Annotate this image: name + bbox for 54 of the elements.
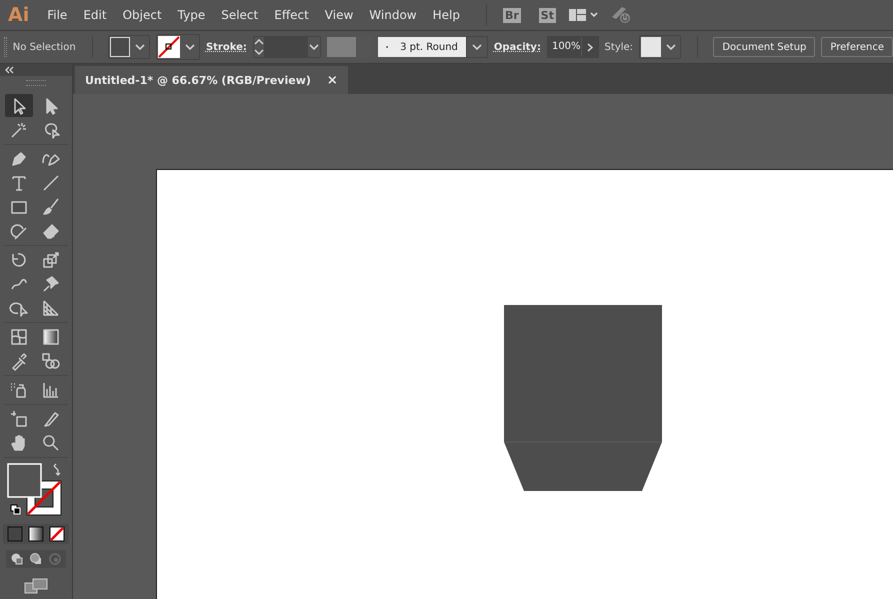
- stroke-swatch-dropdown[interactable]: [156, 34, 200, 60]
- menu-item[interactable]: File: [47, 8, 68, 22]
- grip-handle[interactable]: [4, 37, 7, 57]
- brush-name: 3 pt. Round: [400, 42, 458, 52]
- chevron-down-icon: [134, 43, 146, 51]
- gradient-mode-icon[interactable]: [28, 526, 44, 542]
- opacity-label[interactable]: Opacity:: [494, 42, 541, 52]
- scale-icon: [41, 250, 61, 270]
- stepper-arrows-icon[interactable]: [254, 39, 264, 55]
- brush-dot-icon: [386, 45, 388, 49]
- style-label: Style:: [604, 42, 634, 52]
- menu-item[interactable]: Select: [221, 8, 258, 22]
- document-tab[interactable]: Untitled-1* @ 66.67% (RGB/Preview) ×: [75, 66, 348, 94]
- gradient-icon: [41, 326, 61, 346]
- screen-mode-icon[interactable]: [24, 578, 48, 594]
- paintbrush-icon: [41, 196, 61, 216]
- menu-item[interactable]: Window: [369, 8, 417, 22]
- blend-shapes-icon: [41, 350, 61, 370]
- collapse-panel-icon[interactable]: [4, 66, 14, 74]
- draw-behind-icon[interactable]: [29, 552, 43, 566]
- toolbar-button[interactable]: Preference: [821, 37, 893, 57]
- magnifier-icon: [41, 432, 61, 452]
- style-dropdown[interactable]: [639, 35, 682, 59]
- menu-item[interactable]: Effect: [274, 8, 309, 22]
- toolbar-button[interactable]: Document Setup: [713, 37, 816, 57]
- app-logo: Ai: [8, 4, 30, 26]
- menu-item[interactable]: Help: [432, 8, 460, 22]
- fill-swatch-dropdown[interactable]: [108, 35, 150, 59]
- chevron-down-icon: [665, 43, 678, 51]
- chevron-down-icon: [470, 43, 483, 51]
- no-fill-icon[interactable]: [49, 526, 65, 542]
- menu-item[interactable]: View: [324, 8, 354, 22]
- perspective-grid-icon: [41, 298, 61, 318]
- menu-item[interactable]: Edit: [83, 8, 107, 22]
- no-stroke-swatch-icon: [158, 36, 180, 58]
- selection-status: No Selection: [12, 42, 76, 52]
- tool-button[interactable]: [5, 94, 33, 117]
- mesh-icon: [9, 326, 29, 346]
- menu-item[interactable]: Object: [122, 8, 162, 22]
- color-mode-icon[interactable]: [7, 526, 23, 542]
- app-badge[interactable]: St: [538, 8, 556, 22]
- grip-handle[interactable]: [26, 80, 46, 86]
- line-segment-icon: [41, 172, 61, 192]
- artboard-icon: [9, 408, 29, 428]
- workspace-layout-icon[interactable]: [568, 6, 598, 24]
- app-badge[interactable]: Br: [502, 8, 521, 22]
- chevron-down-icon[interactable]: [308, 43, 320, 51]
- close-tab-button[interactable]: ×: [326, 72, 338, 88]
- stroke-weight-field[interactable]: [252, 36, 321, 58]
- menu-item[interactable]: Type: [178, 8, 206, 22]
- chevron-down-icon: [184, 43, 196, 51]
- stroke-label[interactable]: Stroke:: [206, 42, 247, 52]
- draw-normal-icon[interactable]: [10, 552, 24, 566]
- pushpin-icon: [41, 274, 61, 294]
